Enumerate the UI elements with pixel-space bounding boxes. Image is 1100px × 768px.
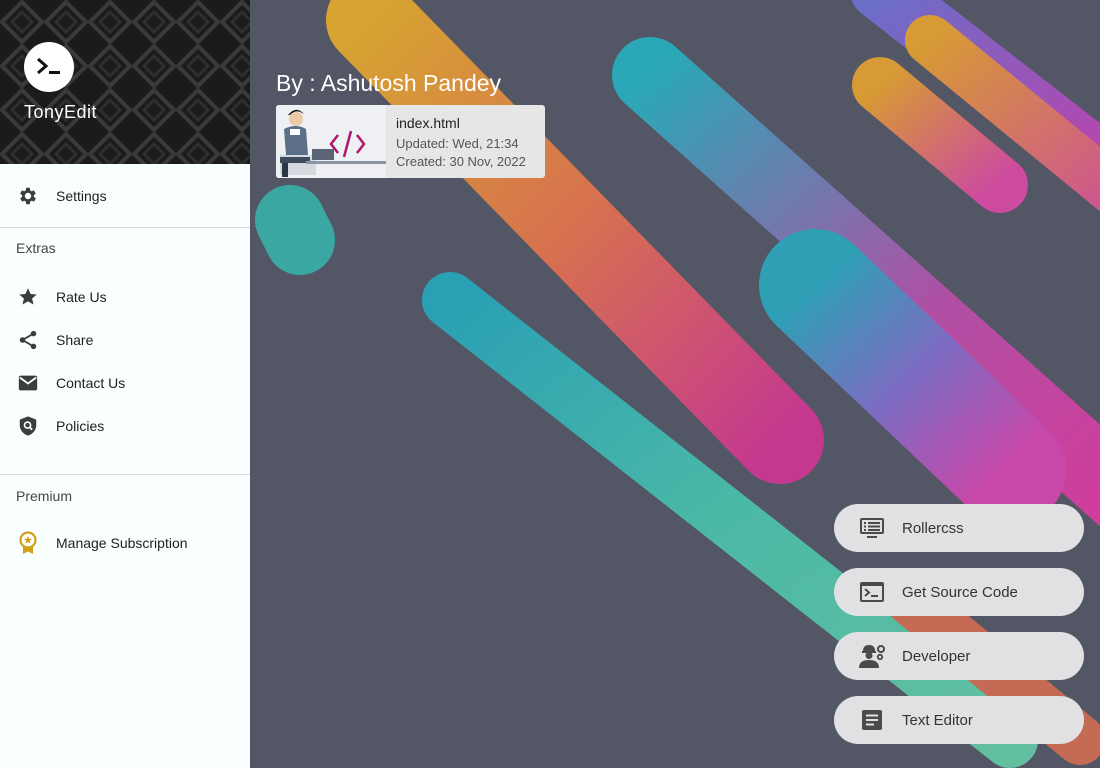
navigation-drawer: TonyEdit Settings Extras Rate Us Share C… [0,0,250,768]
get-source-code-label: Get Source Code [902,583,1018,601]
policy-icon [16,414,40,438]
drawer-item-contact-us[interactable]: Contact Us [0,361,250,404]
app-title: TonyEdit [24,102,98,122]
premium-badge-icon [16,530,40,555]
file-created: Created: 30 Nov, 2022 [396,154,526,169]
rate-us-label: Rate Us [56,288,107,305]
drawer-header: TonyEdit [0,0,250,164]
manage-subscription-label: Manage Subscription [56,534,188,551]
recent-file-card[interactable]: index.html Updated: Wed, 21:34 Created: … [276,105,545,178]
star-icon [16,285,40,309]
mail-icon [16,371,40,395]
drawer-item-policies[interactable]: Policies [0,404,250,447]
drawer-item-settings[interactable]: Settings [0,164,250,227]
text-editor-button[interactable]: Text Editor [834,696,1084,744]
coding-illustration [276,105,386,178]
developer-label: Developer [902,647,971,665]
engineer-icon [858,642,886,670]
get-source-code-button[interactable]: Get Source Code [834,568,1084,616]
developer-button[interactable]: Developer [834,632,1084,680]
author-heading: By : Ashutosh Pandey [276,70,502,96]
policies-label: Policies [56,417,105,434]
share-label: Share [56,331,94,348]
monitor-list-icon [858,514,886,542]
terminal-logo-icon [37,57,60,75]
share-icon [16,328,40,352]
article-icon [858,706,886,734]
rollercss-label: Rollercss [902,519,964,537]
extras-section-title: Extras [16,240,56,256]
settings-label: Settings [56,187,107,204]
rollercss-button[interactable]: Rollercss [834,504,1084,552]
drawer-item-share[interactable]: Share [0,318,250,361]
text-editor-label: Text Editor [902,711,973,729]
file-updated: Updated: Wed, 21:34 [396,136,519,151]
file-info: index.html Updated: Wed, 21:34 Created: … [386,105,526,178]
drawer-item-manage-subscription[interactable]: Manage Subscription [0,521,250,564]
gear-icon [16,184,40,208]
terminal-icon [858,578,886,606]
premium-section-title: Premium [16,488,73,504]
app-logo [24,42,74,92]
contact-us-label: Contact Us [56,374,126,391]
drawer-item-rate-us[interactable]: Rate Us [0,275,250,318]
file-name: index.html [396,115,460,131]
